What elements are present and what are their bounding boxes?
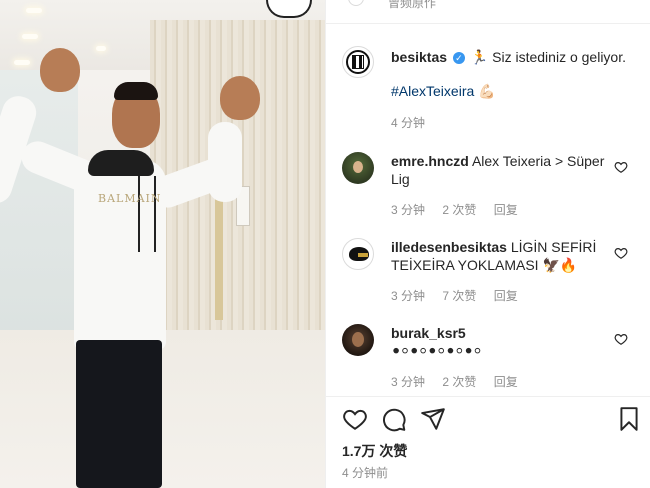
comment: illedesenbesiktas LİGİN SEFİRİ TEİXEİRA … — [391, 238, 611, 274]
comment-time[interactable]: 3 分钟 — [391, 375, 425, 389]
heart-icon[interactable] — [614, 246, 628, 260]
dark-pants — [76, 340, 162, 488]
post-photo[interactable]: BALMAIN — [0, 0, 325, 488]
actions-divider — [326, 396, 650, 397]
post-caption: besiktas ✓ 🏃 Siz istediniz o geliyor. — [391, 48, 641, 66]
likes-count[interactable]: 1.7万 次赞 — [342, 441, 407, 461]
besiktas-avatar[interactable] — [342, 46, 374, 78]
hood-cord — [138, 176, 140, 252]
comment: burak_ksr5 ⚫⚪⚫⚪⚫⚪⚫⚪⚫⚪ — [391, 324, 611, 360]
comment-avatar[interactable] — [342, 324, 374, 356]
heart-icon[interactable] — [614, 160, 628, 174]
comment-username[interactable]: burak_ksr5 — [391, 324, 611, 342]
user-avatar — [352, 332, 364, 347]
caption-hashtag[interactable]: #AlexTeixeira 💪🏻 — [391, 83, 496, 100]
share-icon[interactable] — [420, 406, 446, 432]
comment-username[interactable]: emre.hnczd — [391, 153, 469, 169]
instagram-post-view: BALMAIN 曾频原作 besiktas ✓ 🏃 Siz istediniz … — [0, 0, 650, 488]
comment-avatar[interactable] — [342, 152, 374, 184]
comment-username[interactable]: illedesenbesiktas — [391, 239, 507, 255]
crest-icon — [352, 55, 364, 69]
comment-icon[interactable] — [381, 406, 407, 432]
hood-cord — [154, 176, 156, 252]
verified-badge-icon: ✓ — [452, 52, 465, 64]
comment-likes[interactable]: 2 次赞 — [442, 203, 476, 217]
comment-meta: 3 分钟 2 次赞 回复 — [391, 373, 532, 390]
caption-username[interactable]: besiktas — [391, 49, 447, 65]
right-hand — [220, 76, 260, 120]
reply-button[interactable]: 回复 — [494, 289, 518, 303]
reply-button[interactable]: 回复 — [494, 203, 518, 217]
header-cut-text: 曾频原作 — [388, 0, 437, 10]
eagle-beak — [358, 253, 368, 257]
caption-time[interactable]: 4 分钟 — [391, 116, 425, 130]
comment-likes[interactable]: 7 次赞 — [442, 289, 476, 303]
header-avatar[interactable] — [348, 0, 364, 6]
post-header-strip: 曾频原作 — [326, 0, 650, 24]
caption-meta: 4 分钟 — [391, 114, 439, 131]
post-time-ago[interactable]: 4 分钟前 — [342, 464, 388, 481]
comment-meta: 3 分钟 7 次赞 回复 — [391, 287, 532, 304]
comment-avatar[interactable] — [342, 238, 374, 270]
hair — [114, 82, 158, 100]
left-hand — [40, 48, 80, 92]
comment-likes[interactable]: 2 次赞 — [442, 375, 476, 389]
shirt-print: BALMAIN — [98, 192, 162, 205]
white-sweatshirt — [74, 160, 166, 350]
comment-meta: 3 分钟 2 次赞 回复 — [391, 201, 532, 218]
heart-icon[interactable] — [342, 406, 368, 432]
heart-icon[interactable] — [614, 332, 628, 346]
comment-text: ⚫⚪⚫⚪⚫⚪⚫⚪⚫⚪ — [391, 344, 483, 358]
person-figure: BALMAIN — [0, 0, 325, 488]
caption-text: 🏃 Siz istediniz o geliyor. — [470, 49, 626, 65]
comment: emre.hnczd Alex Teixeria > Süper Lig — [391, 152, 611, 188]
bookmark-icon[interactable] — [616, 406, 642, 432]
user-avatar — [353, 161, 363, 173]
comment-time[interactable]: 3 分钟 — [391, 203, 425, 217]
reply-button[interactable]: 回复 — [494, 375, 518, 389]
post-side-panel: 曾频原作 besiktas ✓ 🏃 Siz istediniz o geliyo… — [325, 0, 650, 488]
comment-time[interactable]: 3 分钟 — [391, 289, 425, 303]
hood — [88, 150, 154, 176]
